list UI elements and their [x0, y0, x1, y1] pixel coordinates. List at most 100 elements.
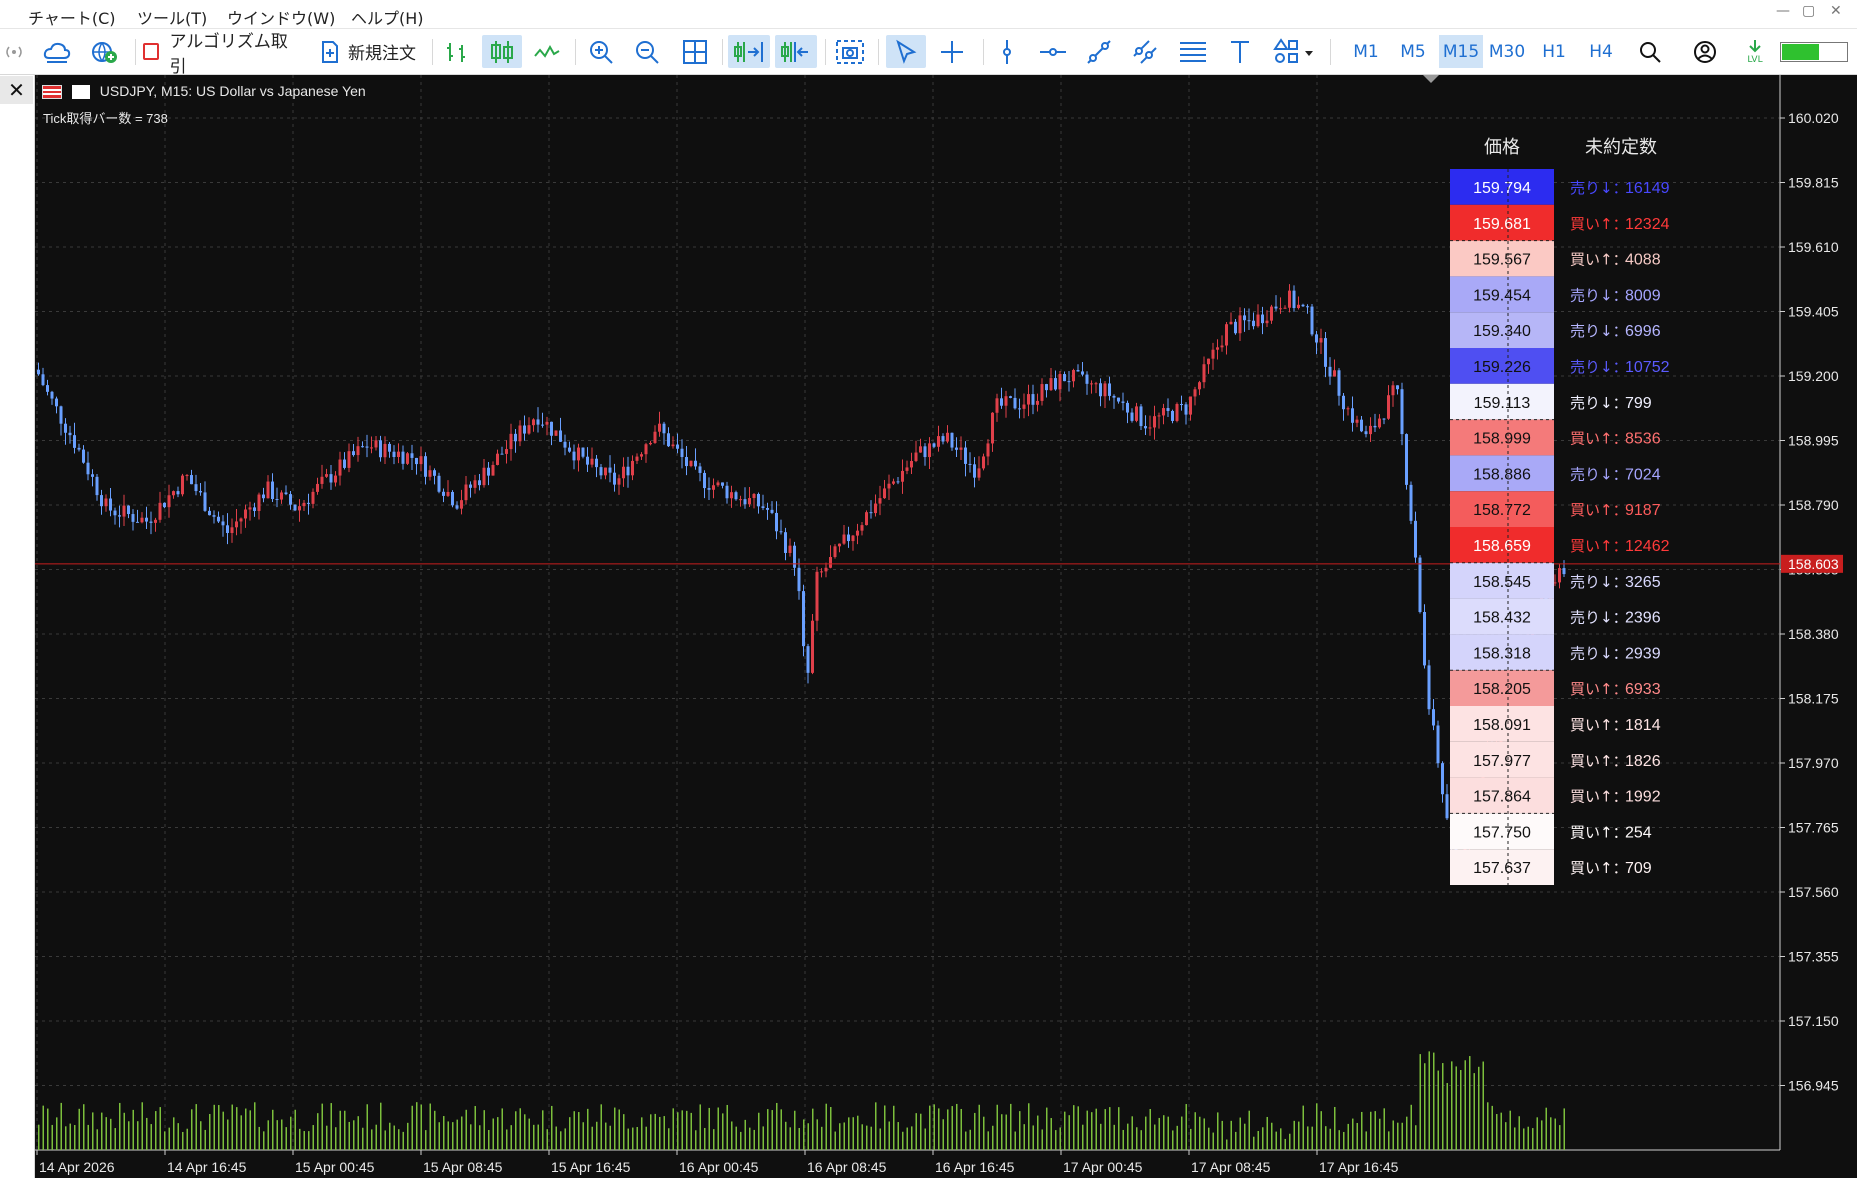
cursor-icon[interactable]: [886, 35, 926, 68]
minimize-button[interactable]: —: [1776, 3, 1790, 19]
trendline-icon[interactable]: [1082, 35, 1116, 68]
timeframe-m5[interactable]: M5: [1392, 35, 1434, 68]
time-axis-label: 16 Apr 16:45: [935, 1159, 1015, 1175]
volume-bar: [582, 1122, 584, 1150]
candle-body: [973, 464, 976, 478]
account-icon[interactable]: [1688, 35, 1722, 68]
volume-bar: [1302, 1105, 1304, 1150]
candle-body: [217, 516, 220, 522]
chart-shift-icon[interactable]: [775, 35, 817, 68]
candle-body: [280, 492, 283, 500]
channel-icon[interactable]: [1128, 35, 1162, 68]
oi-side-label: 売り↓：: [1570, 286, 1628, 304]
volume-bar: [974, 1112, 976, 1150]
zoom-out-icon[interactable]: [630, 35, 664, 68]
volume-bar: [515, 1111, 517, 1150]
volume-bar: [92, 1112, 94, 1150]
auto-scroll-icon[interactable]: [728, 35, 770, 68]
price-chart[interactable]: 160.020 159.815 159.610 159.405 159.200 158.9…: [35, 75, 1857, 1188]
volume-bar: [708, 1107, 710, 1150]
candle-body: [572, 451, 576, 461]
candle-body: [226, 525, 229, 534]
candle-body: [1229, 321, 1233, 325]
cloud-icon[interactable]: [40, 35, 74, 68]
candle-body: [415, 457, 418, 465]
volume-bar: [236, 1107, 238, 1150]
volume-bar: [375, 1124, 377, 1150]
candle-body: [617, 478, 621, 485]
line-chart-icon[interactable]: [530, 35, 564, 68]
volume-bar: [1343, 1131, 1345, 1150]
globe-add-icon[interactable]: [88, 35, 122, 68]
candle-body: [167, 495, 171, 508]
candle-body: [1283, 307, 1287, 309]
volume-bar: [1104, 1109, 1106, 1150]
volume-bar: [1194, 1112, 1196, 1150]
volume-bar: [209, 1113, 211, 1150]
candlestick-chart-icon[interactable]: [482, 35, 522, 68]
menu-help[interactable]: ヘルプ(H): [351, 5, 424, 29]
close-chart-icon[interactable]: ✕: [0, 76, 33, 104]
candle-body: [1418, 557, 1422, 613]
candle-body: [1148, 427, 1152, 429]
fibonacci-icon[interactable]: [1176, 35, 1210, 68]
close-window-button[interactable]: ✕: [1830, 3, 1842, 19]
zoom-in-icon[interactable]: [584, 35, 618, 68]
volume-bar: [285, 1127, 287, 1150]
screenshot-icon[interactable]: [832, 35, 868, 68]
candle-body: [892, 481, 895, 484]
candle-body: [910, 460, 913, 468]
tile-windows-icon[interactable]: [678, 35, 712, 68]
candle-body: [464, 484, 468, 501]
shapes-dropdown-icon[interactable]: [1270, 35, 1318, 68]
price-axis-label: 159.610: [1788, 239, 1839, 255]
signal-icon[interactable]: [2, 35, 26, 68]
bar-chart-icon[interactable]: [440, 35, 474, 68]
volume-bar: [1289, 1133, 1291, 1150]
candle-body: [433, 470, 436, 476]
volume-bar: [1523, 1128, 1525, 1150]
volume-bar: [173, 1117, 175, 1150]
oi-volume-value: 2939: [1625, 645, 1661, 662]
timeframe-m1[interactable]: M1: [1345, 35, 1387, 68]
algo-trading-button[interactable]: アルゴリズム取引: [143, 32, 299, 77]
oi-side-label: 買い↑：: [1570, 716, 1628, 734]
candle-body: [325, 474, 328, 477]
candle-body: [410, 453, 414, 458]
timeframe-h4[interactable]: H4: [1580, 35, 1622, 68]
crosshair-icon[interactable]: [934, 35, 970, 68]
volume-bar: [1248, 1110, 1250, 1150]
volume-bar: [1293, 1120, 1295, 1150]
candle-body: [59, 406, 63, 424]
volume-bar: [920, 1113, 922, 1150]
text-tool-icon[interactable]: [1223, 35, 1257, 68]
volume-bar: [1352, 1118, 1354, 1150]
vertical-line-icon[interactable]: [990, 35, 1024, 68]
time-axis-label: 15 Apr 16:45: [551, 1159, 631, 1175]
oi-side-label: 売り↓：: [1570, 358, 1628, 376]
horizontal-line-icon[interactable]: [1036, 35, 1070, 68]
timeframe-m30[interactable]: M30: [1486, 35, 1528, 68]
volume-bar: [1415, 1125, 1417, 1150]
new-order-button[interactable]: 新規注文: [313, 35, 423, 68]
menu-tools[interactable]: ツール(T): [137, 5, 207, 29]
volume-bar: [438, 1122, 440, 1150]
search-icon[interactable]: [1633, 35, 1667, 68]
restore-button[interactable]: ▢: [1802, 3, 1815, 19]
candle-body: [1076, 370, 1080, 372]
volume-bar: [884, 1105, 886, 1150]
timeframe-h1[interactable]: H1: [1533, 35, 1575, 68]
oi-side-label: 買い↑：: [1570, 752, 1628, 770]
menu-chart[interactable]: チャート(C): [28, 5, 116, 29]
volume-bar: [1311, 1126, 1313, 1150]
price-axis-label: 159.815: [1788, 175, 1839, 191]
volume-bar: [947, 1109, 949, 1150]
volume-bar: [555, 1126, 557, 1150]
volume-bar: [303, 1131, 305, 1150]
volume-bar: [1073, 1105, 1075, 1150]
candle-body: [550, 421, 553, 436]
chart-area[interactable]: 160.020 159.815 159.610 159.405 159.200 158.9…: [35, 75, 1857, 1188]
menu-window[interactable]: ウインドウ(W): [227, 5, 335, 29]
timeframe-m15[interactable]: M15: [1439, 35, 1483, 68]
lvl-signal-icon[interactable]: LVL: [1737, 35, 1773, 68]
